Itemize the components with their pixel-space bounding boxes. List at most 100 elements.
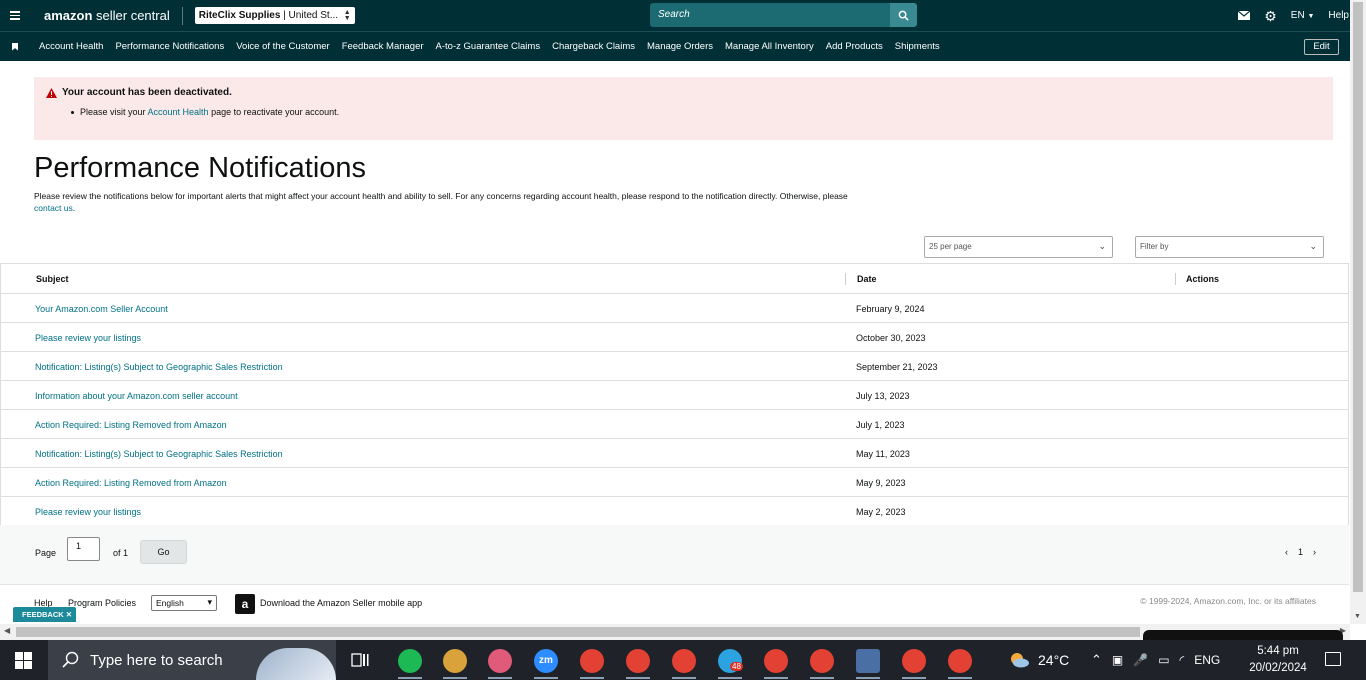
- chevron-down-icon: ⌄: [1309, 241, 1317, 251]
- download-app-link[interactable]: Download the Amazon Seller mobile app: [260, 598, 422, 608]
- vertical-scrollbar[interactable]: ▼: [1350, 0, 1366, 624]
- bookmark-icon[interactable]: [12, 42, 18, 51]
- page-number-input[interactable]: 1: [67, 537, 100, 561]
- scroll-thumb[interactable]: [16, 627, 1140, 637]
- scroll-down-arrow[interactable]: ▼: [1354, 613, 1361, 620]
- nav-item-shipments[interactable]: Shipments: [895, 41, 940, 52]
- running-indicator: [856, 677, 880, 679]
- windows-start-icon[interactable]: [15, 652, 32, 669]
- column-date[interactable]: Date: [845, 272, 877, 285]
- language-select[interactable]: English ▾: [151, 595, 217, 611]
- nav-item-account-health[interactable]: Account Health: [39, 41, 103, 52]
- page-total: of 1: [113, 548, 129, 558]
- search-button[interactable]: [890, 3, 917, 27]
- footer: Help Program Policies English ▾ a Downloa…: [0, 586, 1349, 624]
- nav-item-chargeback-claims[interactable]: Chargeback Claims: [552, 41, 635, 52]
- go-button[interactable]: Go: [140, 540, 187, 564]
- chrome-s-icon[interactable]: [948, 649, 972, 673]
- notification-date: February 9, 2024: [856, 304, 925, 314]
- per-page-select[interactable]: 25 per page ⌄: [924, 236, 1113, 258]
- taskbar-search[interactable]: Type here to search: [48, 640, 336, 680]
- column-subject[interactable]: Subject: [36, 274, 69, 284]
- running-indicator: [443, 677, 467, 679]
- chrome-l-icon[interactable]: [672, 649, 696, 673]
- nav-item-add-products[interactable]: Add Products: [826, 41, 883, 52]
- notification-link[interactable]: Action Required: Listing Removed from Am…: [35, 478, 227, 488]
- battery-icon[interactable]: ▭: [1158, 653, 1169, 667]
- scroll-thumb[interactable]: [1353, 2, 1363, 592]
- zoom-icon[interactable]: zm: [534, 649, 558, 673]
- nav-item-manage-orders[interactable]: Manage Orders: [647, 41, 713, 52]
- notification-link[interactable]: Notification: Listing(s) Subject to Geog…: [35, 362, 283, 372]
- game-icon[interactable]: [443, 649, 467, 673]
- mail-icon[interactable]: [1238, 11, 1251, 20]
- chevron-left-icon[interactable]: ‹: [1285, 547, 1288, 557]
- running-indicator: [580, 677, 604, 679]
- nav-item-performance-notifications[interactable]: Performance Notifications: [115, 41, 224, 52]
- account-selector[interactable]: RiteClix Supplies | United St... ▲ ▼: [194, 7, 355, 24]
- chrome-m2-icon[interactable]: [764, 649, 788, 673]
- clock-time: 5:44 pm: [1257, 645, 1299, 657]
- notification-link[interactable]: Please review your listings: [35, 507, 141, 517]
- gear-icon[interactable]: ⚙: [1264, 9, 1277, 23]
- top-right-tools: ⚙ EN ▼ Help: [1238, 0, 1349, 31]
- notifications-table: Subject Date Actions Your Amazon.com Sel…: [0, 263, 1349, 527]
- overlay-tab: [1143, 630, 1343, 640]
- notification-icon[interactable]: [1325, 652, 1341, 666]
- meet-icon[interactable]: ▣: [1112, 653, 1123, 667]
- notification-link[interactable]: Please review your listings: [35, 333, 141, 343]
- chevron-right-icon[interactable]: ›: [1313, 547, 1316, 557]
- notification-link[interactable]: Information about your Amazon.com seller…: [35, 391, 238, 401]
- account-health-link[interactable]: Account Health: [148, 107, 209, 117]
- running-indicator: [902, 677, 926, 679]
- language-indicator[interactable]: ENG: [1194, 653, 1220, 667]
- contact-us-link[interactable]: contact us: [34, 203, 73, 213]
- wifi-icon[interactable]: ◜: [1180, 653, 1185, 667]
- amazon-app-icon[interactable]: a: [235, 594, 255, 614]
- notification-link[interactable]: Notification: Listing(s) Subject to Geog…: [35, 449, 283, 459]
- scroll-left-arrow[interactable]: ◀: [4, 626, 10, 635]
- pagination: Page 1 of 1 Go ‹ 1 ›: [0, 525, 1349, 585]
- nav-item-voice-of-customer[interactable]: Voice of the Customer: [236, 41, 329, 52]
- filter-select[interactable]: Filter by ⌄: [1135, 236, 1324, 258]
- clock-date: 20/02/2024: [1249, 662, 1307, 674]
- notification-date: May 9, 2023: [856, 478, 906, 488]
- calculator-icon[interactable]: [856, 649, 880, 673]
- edit-nav-button[interactable]: Edit: [1304, 39, 1339, 55]
- nav-item-a-to-z-claims[interactable]: A-to-z Guarantee Claims: [436, 41, 541, 52]
- running-indicator: [672, 677, 696, 679]
- program-policies-link[interactable]: Program Policies: [68, 598, 136, 608]
- table-header: Subject Date Actions: [1, 264, 1348, 294]
- column-actions: Actions: [1175, 272, 1219, 285]
- chrome-m3-icon[interactable]: [810, 649, 834, 673]
- nav-item-manage-inventory[interactable]: Manage All Inventory: [725, 41, 814, 52]
- nav-item-feedback-manager[interactable]: Feedback Manager: [342, 41, 424, 52]
- divider: [181, 6, 183, 25]
- search-input[interactable]: Search: [650, 3, 890, 27]
- spotify-icon[interactable]: [398, 649, 422, 673]
- warning-icon: [46, 87, 57, 98]
- snipping-icon[interactable]: [488, 649, 512, 673]
- microphone-icon[interactable]: 🎤: [1133, 653, 1148, 667]
- notification-link[interactable]: Your Amazon.com Seller Account: [35, 304, 168, 314]
- chrome-r-icon[interactable]: [902, 649, 926, 673]
- help-link[interactable]: Help: [1328, 10, 1349, 21]
- chrome-m-icon[interactable]: [580, 649, 604, 673]
- task-view-icon[interactable]: [351, 651, 369, 669]
- weather-widget[interactable]: 24°C: [1008, 640, 1069, 680]
- clock[interactable]: 5:44 pm 20/02/2024: [1245, 643, 1311, 677]
- menu-icon[interactable]: [0, 0, 30, 31]
- table-row: Information about your Amazon.com seller…: [1, 381, 1348, 410]
- nav-items: Account Health Performance Notifications…: [39, 41, 940, 52]
- current-page[interactable]: 1: [1298, 547, 1303, 557]
- copyright: © 1999-2024, Amazon.com, Inc. or its aff…: [1140, 596, 1316, 606]
- close-icon[interactable]: ✕: [66, 610, 72, 619]
- feedback-button[interactable]: FEEDBACK ✕: [13, 607, 76, 622]
- language-selector[interactable]: EN ▼: [1291, 10, 1315, 21]
- chevron-down-icon: ▼: [1307, 13, 1315, 20]
- chrome-a-icon[interactable]: [626, 649, 650, 673]
- notification-date: May 11, 2023: [856, 449, 910, 459]
- notification-link[interactable]: Action Required: Listing Removed from Am…: [35, 420, 227, 430]
- chevron-up-icon[interactable]: ⌃: [1091, 652, 1102, 668]
- seller-central-logo[interactable]: amazon seller central: [44, 8, 170, 23]
